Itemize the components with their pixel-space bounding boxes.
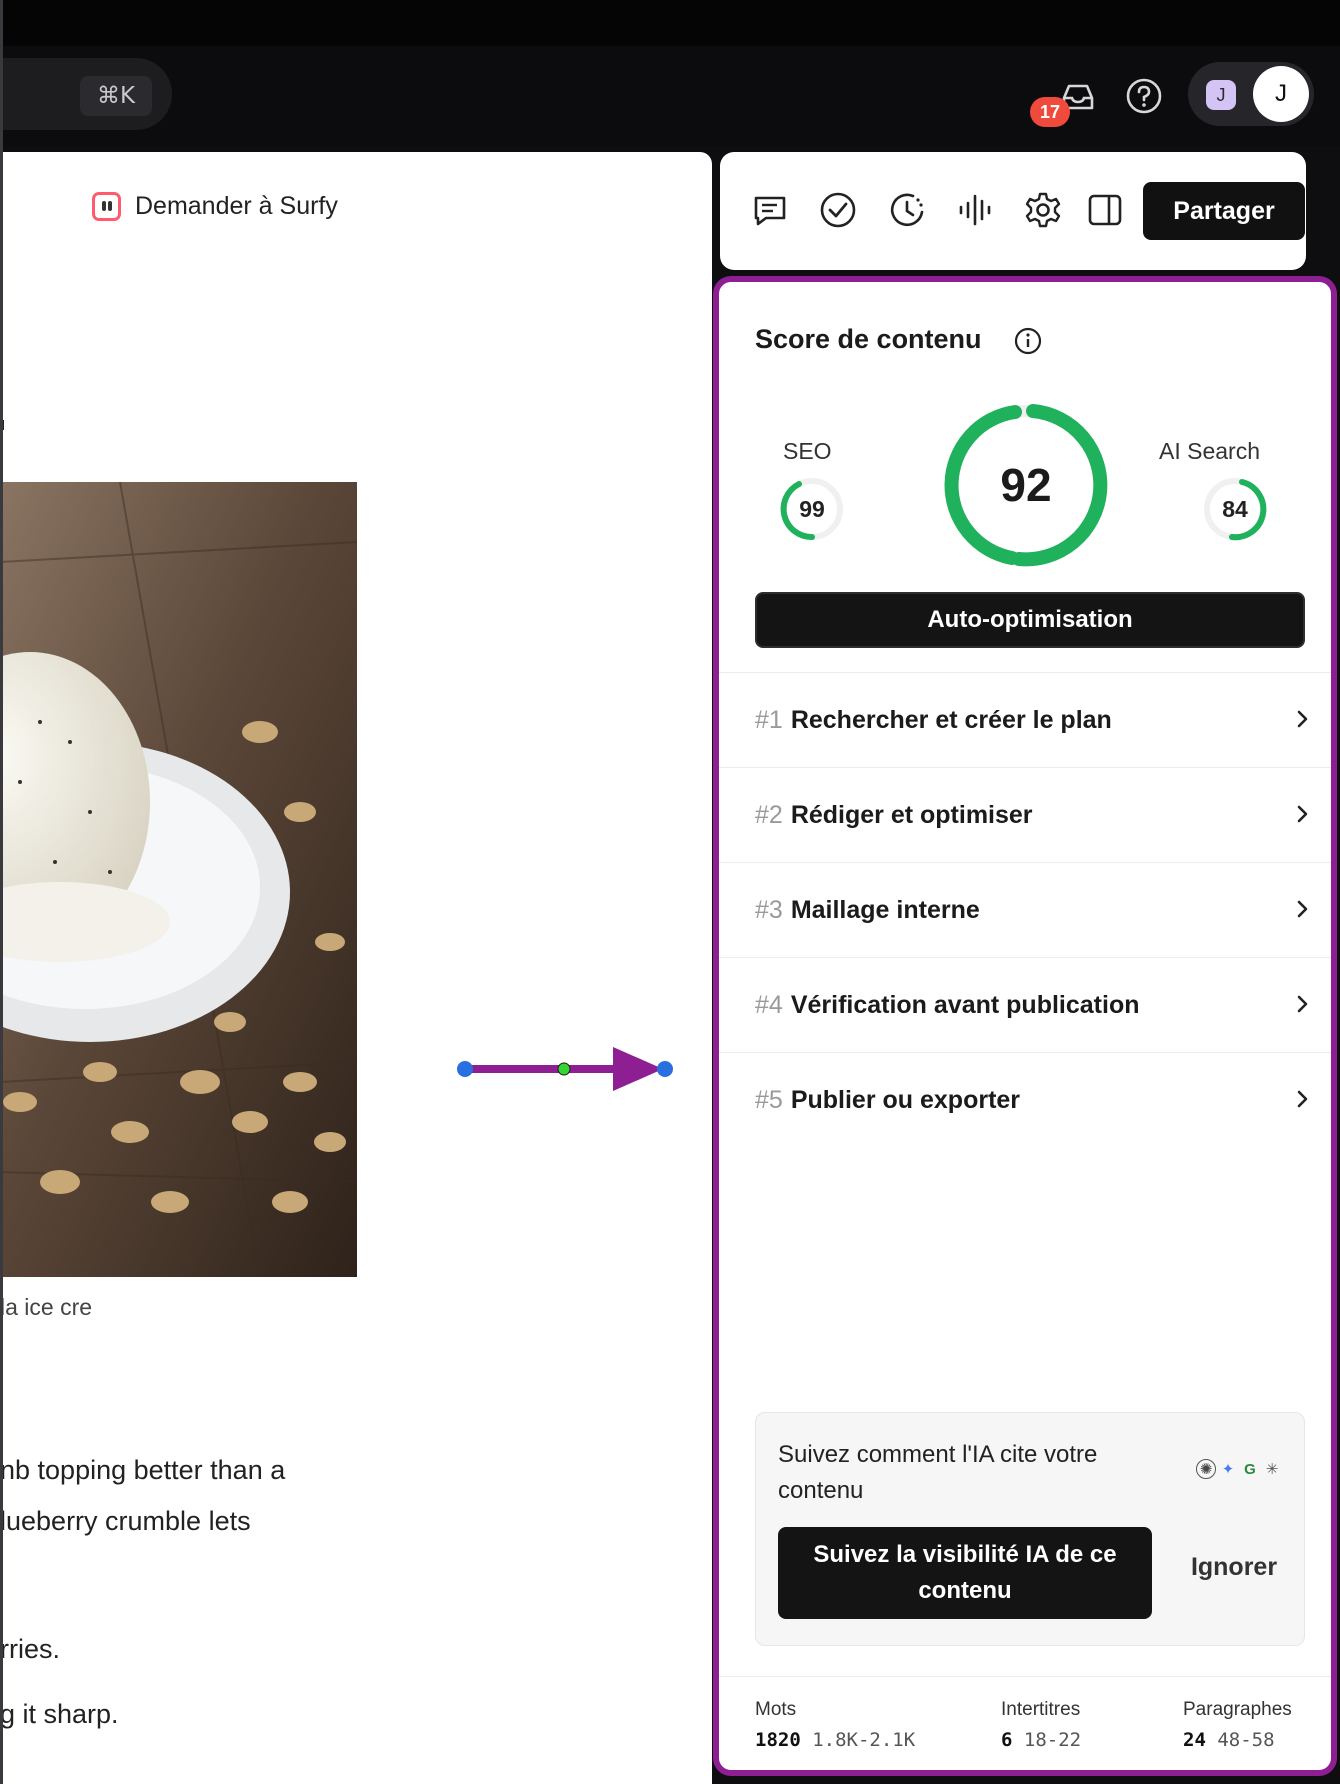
content-stats: Mots 1820 1.8K-2.1K Intertitres 6 18-22 … — [719, 1676, 1331, 1770]
shortcut-hint: ⌘K — [80, 76, 152, 116]
stat-headings: Intertitres 6 18-22 — [1001, 1699, 1081, 1751]
sidebar-toggle-icon[interactable] — [1085, 190, 1125, 230]
editor-pane: Demander à Surfy la ice cre nb topping b… — [0, 152, 712, 1784]
stat-range: 18-22 — [1023, 1729, 1082, 1751]
image-caption[interactable]: la ice cre — [0, 1294, 100, 1321]
gemini-icon: ✦ — [1221, 1461, 1235, 1478]
stat-value: 6 — [1001, 1729, 1013, 1751]
perplexity-icon: ✳ — [1265, 1461, 1279, 1478]
settings-gear-icon[interactable] — [1023, 190, 1063, 230]
chevron-right-icon — [1297, 1090, 1308, 1108]
annotation-arrow[interactable] — [455, 1047, 675, 1097]
check-circle-icon[interactable] — [818, 190, 858, 230]
stat-range: 1.8K-2.1K — [812, 1729, 916, 1751]
promo-text: Suivez comment l'IA cite votre contenu — [778, 1441, 1098, 1504]
audio-waveform-icon[interactable] — [955, 190, 995, 230]
ai-score-value: 84 — [1222, 495, 1248, 522]
paragraph-line[interactable]: rries. — [0, 1634, 60, 1665]
help-icon[interactable] — [1124, 76, 1164, 116]
chatgpt-icon: ✺ — [1196, 1459, 1216, 1479]
stat-label: Paragraphes — [1183, 1699, 1292, 1720]
ai-engine-icons: ✺ ✦ G ✳ — [1196, 1459, 1282, 1479]
step-item[interactable]: #3 Maillage interne — [719, 862, 1331, 957]
window-strip — [0, 0, 1340, 46]
chevron-right-icon — [1297, 900, 1308, 918]
paragraph-line[interactable]: lueberry crumble lets — [0, 1506, 251, 1537]
main-score-gauge: 92 — [943, 402, 1109, 568]
step-label: Maillage interne — [790, 895, 980, 924]
comments-icon[interactable] — [750, 190, 790, 230]
step-label: Rechercher et créer le plan — [790, 705, 1112, 734]
seo-label: SEO — [783, 438, 832, 464]
chevron-right-icon — [1297, 995, 1308, 1013]
ai-search-label: AI Search — [1159, 438, 1260, 464]
auto-optimize-button[interactable]: Auto-optimisation — [755, 592, 1305, 648]
step-label: Vérification avant publication — [790, 990, 1140, 1019]
step-item[interactable]: #1 Rechercher et créer le plan — [719, 672, 1331, 767]
step-item[interactable]: #5 Publier ou exporter — [719, 1052, 1331, 1147]
ai-tracking-promo: Suivez comment l'IA cite votre contenu ✺… — [755, 1412, 1305, 1646]
stat-label: Intertitres — [1001, 1699, 1081, 1720]
step-label: Rédiger et optimiser — [790, 800, 1033, 829]
ice-cream-image[interactable] — [0, 482, 357, 1277]
google-icon: G — [1244, 1460, 1256, 1478]
stat-value: 1820 — [755, 1729, 801, 1751]
panel-title: Score de contenu — [755, 324, 982, 354]
step-number: #1 — [755, 705, 783, 734]
window-edge — [0, 0, 3, 1784]
ai-score-gauge: 84 — [1202, 476, 1268, 542]
info-icon[interactable] — [1013, 326, 1043, 356]
seo-score-gauge: 99 — [779, 476, 845, 542]
ask-surfy-label: Demander à Surfy — [135, 192, 338, 220]
chevron-right-icon — [1297, 710, 1308, 728]
chevron-right-icon — [1297, 805, 1308, 823]
ask-surfy-button[interactable]: Demander à Surfy — [92, 192, 338, 221]
stat-value: 24 — [1183, 1729, 1206, 1751]
stat-paragraphs: Paragraphes 24 48-58 — [1183, 1699, 1292, 1751]
notification-badge: 17 — [1030, 97, 1070, 127]
ignore-button[interactable]: Ignorer — [1174, 1553, 1294, 1582]
step-number: #4 — [755, 990, 783, 1019]
stat-range: 48-58 — [1217, 1729, 1275, 1751]
stat-words: Mots 1820 1.8K-2.1K — [755, 1699, 915, 1751]
user-avatar[interactable]: J — [1253, 66, 1309, 122]
workspace-avatar[interactable]: J — [1206, 80, 1236, 110]
paragraph-line[interactable]: g it sharp. — [0, 1699, 119, 1730]
step-number: #2 — [755, 800, 783, 829]
step-number: #5 — [755, 1085, 783, 1114]
track-ai-visibility-button[interactable]: Suivez la visibilité IA de ce contenu — [778, 1527, 1152, 1619]
paragraph-line[interactable]: nb topping better than a — [0, 1455, 285, 1486]
step-label: Publier ou exporter — [790, 1085, 1021, 1114]
step-item[interactable]: #4 Vérification avant publication — [719, 957, 1331, 1052]
stat-label: Mots — [755, 1699, 797, 1720]
share-button[interactable]: Partager — [1143, 182, 1305, 240]
top-bar — [0, 0, 1340, 146]
surfy-icon — [92, 192, 121, 221]
seo-score-value: 99 — [799, 495, 825, 522]
step-item[interactable]: #2 Rédiger et optimiser — [719, 767, 1331, 862]
step-number: #3 — [755, 895, 783, 924]
content-score-panel: Score de contenu SEO 99 92 AI Search 84 … — [713, 276, 1337, 1776]
workflow-steps: #1 Rechercher et créer le plan #2 Rédige… — [719, 672, 1331, 1147]
main-score-value: 92 — [1000, 459, 1052, 511]
history-icon[interactable] — [887, 190, 927, 230]
